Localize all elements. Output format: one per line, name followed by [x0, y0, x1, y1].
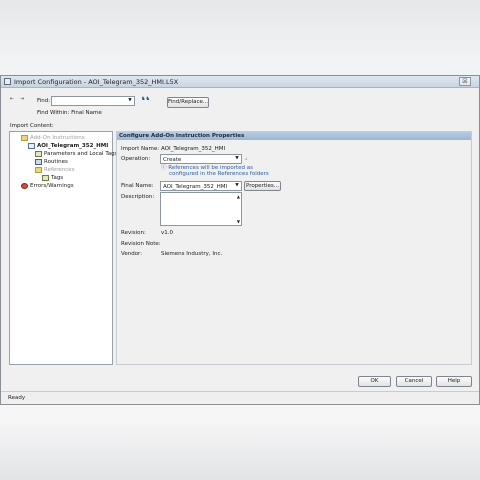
revision-note-label: Revision Note: — [121, 241, 161, 247]
tree-node-add-on-instructions[interactable]: Add-On Instructions — [21, 134, 85, 142]
find-within-label: Find Within: Final Name — [37, 110, 102, 116]
operation-select[interactable]: Create ▼ — [160, 154, 242, 164]
revision-label: Revision: — [121, 230, 146, 236]
tags-icon — [42, 174, 49, 181]
operation-label: Operation: — [121, 156, 151, 162]
properties-button[interactable]: Properties... — [244, 181, 281, 191]
tree-node-tags[interactable]: Tags — [42, 174, 63, 182]
vendor-label: Vendor: — [121, 251, 143, 257]
routines-icon — [35, 158, 42, 165]
folder-icon — [21, 134, 28, 141]
final-name-input[interactable]: AOI_Telegram_352_HMI ▼ — [160, 181, 242, 191]
find-replace-button[interactable]: Find/Replace... — [167, 97, 209, 108]
binoculars-icon[interactable]: ♞♞ — [141, 96, 150, 103]
cancel-button[interactable]: Cancel — [396, 376, 432, 387]
status-bar: Ready — [1, 391, 479, 404]
expand-icon[interactable]: ⌟ — [245, 155, 253, 162]
window-title: Import Configuration - AOI_Telegram_352_… — [14, 78, 179, 86]
chevron-down-icon[interactable]: ▼ — [234, 183, 240, 189]
app-icon — [4, 78, 11, 85]
import-content-tree: Add-On Instructions AOI_Telegram_352_HMI… — [9, 131, 118, 365]
revision-value: v1.0 — [161, 230, 174, 236]
final-name-label: Final Name: — [121, 183, 154, 189]
find-input[interactable]: ▼ — [51, 96, 135, 106]
description-textarea[interactable]: ▲ ▼ — [160, 192, 242, 226]
chevron-down-icon[interactable]: ▼ — [127, 98, 133, 104]
find-next-icon[interactable]: ⇥ — [20, 96, 28, 103]
find-label: Find: — [37, 98, 51, 104]
folder-icon — [35, 166, 42, 173]
tree-node-aoi[interactable]: AOI_Telegram_352_HMI — [28, 142, 108, 150]
properties-panel: Configure Add-On Instruction Properties … — [116, 131, 472, 365]
status-text: Ready — [8, 395, 26, 401]
title-bar: Import Configuration - AOI_Telegram_352_… — [1, 76, 479, 88]
operation-note-line2: configured in the References folders — [169, 171, 269, 177]
tree-node-references[interactable]: References — [35, 166, 75, 174]
tags-icon — [35, 150, 42, 157]
tree-node-parameters[interactable]: Parameters and Local Tags — [35, 150, 118, 158]
chevron-down-icon[interactable]: ▼ — [234, 156, 240, 162]
find-previous-icon[interactable]: ⇤ — [10, 96, 18, 103]
close-icon[interactable]: ☒ — [459, 77, 471, 86]
description-label: Description: — [121, 194, 155, 200]
section-header: Configure Add-On Instruction Properties — [117, 132, 471, 140]
import-configuration-window: Import Configuration - AOI_Telegram_352_… — [0, 75, 480, 405]
import-name-label: Import Name: — [121, 146, 160, 152]
aoi-icon — [28, 142, 35, 149]
help-button[interactable]: Help — [436, 376, 472, 387]
import-name-value: AOI_Telegram_352_HMI — [161, 146, 226, 152]
vendor-value: Siemens Industry, Inc. — [161, 251, 223, 257]
tree-node-routines[interactable]: Routines — [35, 158, 68, 166]
import-content-label: Import Content: — [10, 123, 54, 129]
ok-button[interactable]: OK — [358, 376, 391, 387]
scroll-down-icon[interactable]: ▼ — [237, 219, 240, 224]
error-icon — [21, 182, 28, 189]
tree-node-errors-warnings[interactable]: Errors/Warnings — [21, 182, 74, 190]
scroll-up-icon[interactable]: ▲ — [237, 194, 240, 199]
